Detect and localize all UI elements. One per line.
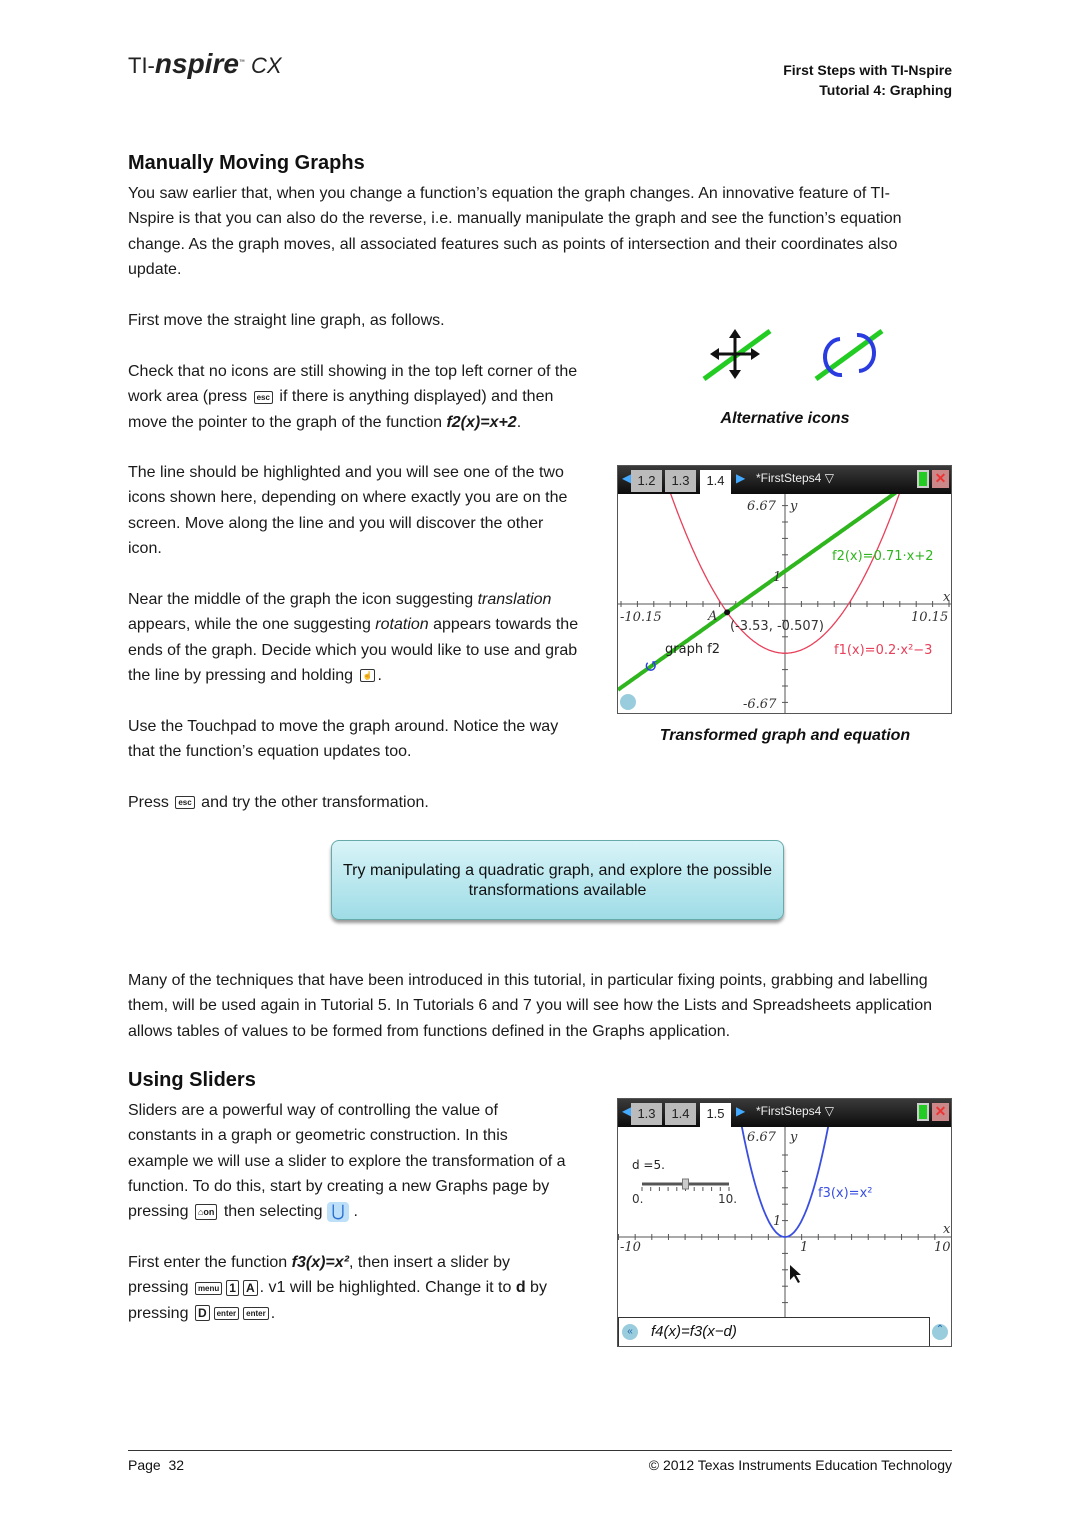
close-icon[interactable]: ✕ xyxy=(932,1103,949,1121)
esc-key: esc xyxy=(175,796,195,810)
a-key: A xyxy=(242,1280,258,1297)
paragraph: Sliders are a powerful way of controllin… xyxy=(128,1102,566,1222)
tab[interactable]: 1.2 xyxy=(631,470,662,492)
x-min-label: -10 xyxy=(620,1240,641,1255)
paragraph: Many of the techniques that have been in… xyxy=(128,972,933,1040)
slider-label: d =5. xyxy=(632,1158,665,1172)
header-line-1: First Steps with TI-Nspire xyxy=(783,62,952,78)
icons-caption: Alternative icons xyxy=(720,410,850,427)
slider-min: 0. xyxy=(632,1192,643,1206)
slider-handle[interactable] xyxy=(682,1178,689,1190)
expand-history-icon xyxy=(620,694,636,710)
y-max-label: 6.67 xyxy=(747,499,777,514)
tab[interactable]: 1.3 xyxy=(631,1103,662,1125)
page-number: Page 32 xyxy=(128,1457,185,1473)
header-line-2: Tutorial 4: Graphing xyxy=(819,82,952,98)
tab-left-arrow[interactable]: ◀ xyxy=(622,471,631,485)
esc-key: esc xyxy=(253,390,273,404)
point-a xyxy=(724,609,731,616)
footer-rule xyxy=(128,1450,952,1451)
graph-area[interactable]: 6.67 y -6.67 -10.15 10.15 x 1 A (-3.53, -0.507) g… xyxy=(618,494,951,714)
enter-key: enter xyxy=(213,1306,240,1320)
paragraph: First enter the function f3(x)=x², then … xyxy=(128,1254,547,1322)
paragraph: Check that no icons are still showing in… xyxy=(128,363,578,431)
logo: TI-nspire™ CX xyxy=(128,48,282,79)
title-bar: ◀ 1.3 1.4 1.5 ▶ *FirstSteps4 ▽ ✕ xyxy=(618,1099,951,1127)
one-label: 1 xyxy=(773,1214,781,1229)
close-icon[interactable]: ✕ xyxy=(932,470,949,488)
calculator-screen-2: ◀ 1.3 1.4 1.5 ▶ *FirstSteps4 ▽ ✕ 6.67 y -1… xyxy=(617,1098,952,1347)
document-name[interactable]: *FirstSteps4 ▽ xyxy=(756,1104,834,1118)
tab-active[interactable]: 1.4 xyxy=(700,470,731,494)
x-min-label: -10.15 xyxy=(620,610,662,625)
tab[interactable]: 1.3 xyxy=(665,470,696,492)
slider-max: 10. xyxy=(718,1192,737,1206)
home-on-key: ⌂on xyxy=(194,1203,218,1220)
section-heading: Manually Moving Graphs xyxy=(128,152,365,174)
history-icon[interactable]: « xyxy=(622,1324,638,1340)
battery-icon xyxy=(917,470,929,488)
paragraph: Press esc and try the other transformati… xyxy=(128,794,429,811)
translation-icon xyxy=(702,328,772,382)
battery-icon xyxy=(917,1103,929,1121)
tip-callout: Try manipulating a quadratic graph, and … xyxy=(331,840,784,920)
one-key: 1 xyxy=(226,1280,239,1297)
pointer-cursor-icon xyxy=(790,1265,801,1283)
x-max-label: 10 xyxy=(934,1240,951,1255)
x-axis-label: x xyxy=(943,1222,951,1237)
tab-left-arrow[interactable]: ◀ xyxy=(622,1104,631,1118)
intro-paragraph: You saw earlier that, when you change a … xyxy=(128,185,902,278)
x-max-label: 10.15 xyxy=(911,610,948,625)
click-key: ☝ xyxy=(359,669,376,683)
paragraph: Near the middle of the graph the icon su… xyxy=(128,591,579,684)
one-x-label: 1 xyxy=(800,1240,808,1255)
title-bar: ◀ 1.2 1.3 1.4 ▶ *FirstSteps4 ▽ ✕ xyxy=(618,466,951,494)
y-min-label: -6.67 xyxy=(743,697,777,712)
f1-label: f1(x)=0.2·x²−3 xyxy=(834,643,932,658)
d-key: D xyxy=(194,1305,210,1322)
f3-label: f3(x)=x² xyxy=(818,1186,872,1201)
graphs-app-icon: ⋃ xyxy=(327,1201,350,1222)
graph-label: graph f2 xyxy=(665,642,720,657)
rotation-cursor-icon: ↺ xyxy=(644,656,659,677)
entry-text[interactable]: f4(x)=f3(x−d) xyxy=(651,1323,737,1340)
header-title: First Steps with TI-Nspire Tutorial 4: G… xyxy=(783,60,952,100)
point-label: A xyxy=(707,609,717,624)
enter-key: enter xyxy=(243,1306,269,1320)
graph-caption: Transformed graph and equation xyxy=(659,727,911,744)
document-name[interactable]: *FirstSteps4 ▽ xyxy=(756,471,834,485)
rotation-icon xyxy=(814,328,884,382)
x-axis-label: x xyxy=(943,590,951,605)
section-heading: Using Sliders xyxy=(128,1069,256,1091)
copyright: © 2012 Texas Instruments Education Techn… xyxy=(648,1457,952,1473)
tab-right-arrow[interactable]: ▶ xyxy=(736,471,745,485)
tab-right-arrow[interactable]: ▶ xyxy=(736,1104,745,1118)
y-axis-label: y xyxy=(789,1130,798,1145)
paragraph: Use the Touchpad to move the graph aroun… xyxy=(128,718,559,761)
expand-icon[interactable]: ⌃ xyxy=(932,1324,948,1340)
tab[interactable]: 1.4 xyxy=(665,1103,696,1125)
paragraph: First move the straight line graph, as f… xyxy=(128,312,445,329)
point-coords: (-3.53, -0.507) xyxy=(730,619,824,634)
calculator-screen-1: ◀ 1.2 1.3 1.4 ▶ *FirstSteps4 ▽ ✕ 6.67 y -6… xyxy=(617,465,952,714)
entry-line[interactable]: « f4(x)=f3(x−d) xyxy=(618,1317,930,1346)
f2-label: f2(x)=0.71·x+2 xyxy=(832,549,934,564)
y-axis-label: y xyxy=(789,499,798,514)
tab-active[interactable]: 1.5 xyxy=(700,1103,731,1127)
paragraph: The line should be highlighted and you w… xyxy=(128,464,568,557)
graph-area[interactable]: 6.67 y -10 10 x 1 1 d =5. 0. 10. f3(x)=x² xyxy=(618,1127,951,1317)
one-label: 1 xyxy=(773,570,781,585)
menu-key: menu xyxy=(194,1281,223,1295)
y-max-label: 6.67 xyxy=(747,1130,777,1145)
